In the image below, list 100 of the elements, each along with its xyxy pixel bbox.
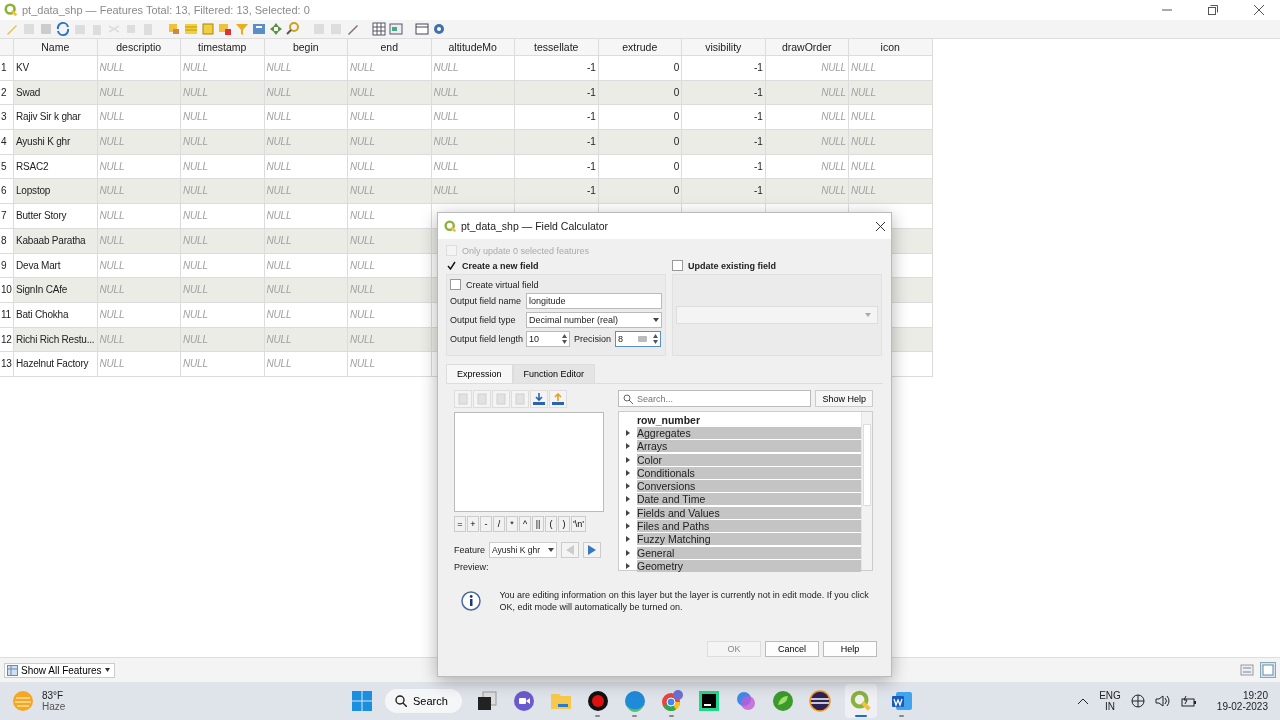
battery-icon[interactable] xyxy=(1180,694,1197,708)
row-number[interactable]: 9 xyxy=(0,253,14,279)
column-header[interactable]: tessellate xyxy=(515,39,599,56)
window-icon[interactable] xyxy=(414,21,430,37)
tree-item[interactable]: row_number xyxy=(637,413,861,426)
row-number[interactable]: 8 xyxy=(0,228,14,254)
row-number[interactable]: 13 xyxy=(0,352,14,377)
operator-button[interactable]: * xyxy=(506,516,518,532)
selection-icon[interactable] xyxy=(200,21,216,37)
operator-button[interactable]: + xyxy=(467,516,479,532)
column-header[interactable]: altitudeMo xyxy=(431,39,515,56)
row-number[interactable]: 2 xyxy=(0,80,14,106)
operator-button[interactable]: - xyxy=(480,516,492,532)
show-help-button[interactable]: Show Help xyxy=(815,390,873,407)
operator-button[interactable]: || xyxy=(532,516,544,532)
upload-icon[interactable] xyxy=(549,390,567,408)
language[interactable]: ENG xyxy=(1099,690,1121,701)
expand-arrow-icon[interactable] xyxy=(626,523,630,529)
calculator-icon[interactable] xyxy=(371,21,387,37)
document-icon[interactable] xyxy=(890,690,913,712)
tab[interactable]: Function Editor xyxy=(512,364,596,383)
video-chat-icon[interactable] xyxy=(512,690,535,712)
column-header[interactable]: begin xyxy=(264,39,348,56)
move-icon[interactable] xyxy=(268,21,284,37)
row-number[interactable]: 10 xyxy=(0,278,14,303)
selection-icon[interactable] xyxy=(217,21,233,37)
feature-dropdown[interactable]: Ayushi K ghr xyxy=(489,542,558,558)
tree-item[interactable]: Geometry xyxy=(637,559,861,572)
tree-item[interactable]: Files and Paths xyxy=(637,520,861,532)
restore-icon[interactable] xyxy=(1208,5,1218,15)
operator-button[interactable]: ) xyxy=(558,516,570,532)
row-number[interactable]: 11 xyxy=(0,302,14,328)
tree-item[interactable]: Fields and Values xyxy=(637,506,861,519)
column-header[interactable]: drawOrder xyxy=(765,39,849,56)
row-number[interactable]: 5 xyxy=(0,154,14,180)
qgis-icon[interactable] xyxy=(844,684,877,718)
table-icon[interactable] xyxy=(388,21,404,37)
column-header[interactable]: timestamp xyxy=(181,39,265,56)
speaker-icon[interactable] xyxy=(1154,694,1171,708)
row-number[interactable]: 4 xyxy=(0,130,14,155)
refresh-icon[interactable] xyxy=(55,21,71,37)
tree-item[interactable]: Conversions xyxy=(637,480,861,493)
close-icon[interactable] xyxy=(876,221,885,231)
operator-button[interactable]: '\n' xyxy=(571,516,586,532)
field-dropdown[interactable] xyxy=(676,306,878,324)
selection-icon[interactable] xyxy=(166,21,182,37)
row-number[interactable]: 12 xyxy=(0,327,14,353)
close-icon[interactable] xyxy=(1254,5,1264,15)
browser-icon[interactable] xyxy=(659,690,684,712)
next-icon[interactable] xyxy=(583,542,602,558)
checkbox[interactable] xyxy=(672,260,683,271)
search-field[interactable]: Search... xyxy=(618,390,812,407)
tree-item[interactable]: Arrays xyxy=(637,440,861,453)
spin-box[interactable]: 8 xyxy=(615,331,661,347)
tree-item[interactable]: Fuzzy Matching xyxy=(637,533,861,546)
magnifier-icon[interactable] xyxy=(285,21,301,37)
show-features-button[interactable]: Show All Features xyxy=(4,662,115,678)
globe-icon[interactable] xyxy=(1130,694,1145,708)
tree-item[interactable]: Conditionals xyxy=(637,466,861,479)
tree-item[interactable]: Aggregates xyxy=(637,426,861,439)
checkbox[interactable] xyxy=(450,279,461,290)
dialog-button[interactable]: Help xyxy=(823,641,877,658)
row-number[interactable]: 7 xyxy=(0,204,14,229)
column-header[interactable]: visibility xyxy=(682,39,766,56)
qgis-icon[interactable] xyxy=(849,690,872,712)
eclipse-icon[interactable] xyxy=(808,690,831,712)
text-field[interactable]: longitude xyxy=(526,293,662,309)
download-icon[interactable] xyxy=(530,390,548,408)
checkbox[interactable] xyxy=(446,260,457,271)
operator-button[interactable]: ( xyxy=(545,516,557,532)
task-view-icon[interactable] xyxy=(475,690,498,712)
spin-box[interactable]: 10 xyxy=(526,331,570,347)
region[interactable]: IN xyxy=(1105,701,1115,712)
column-header[interactable]: descriptio xyxy=(97,39,181,56)
table-icon[interactable] xyxy=(251,21,267,37)
operator-button[interactable]: ^ xyxy=(519,516,531,532)
gear-icon[interactable] xyxy=(431,21,447,37)
swirl-icon[interactable] xyxy=(734,690,757,712)
column-header[interactable]: Name xyxy=(14,39,98,56)
column-header[interactable]: icon xyxy=(849,39,933,56)
operator-button[interactable]: / xyxy=(493,516,505,532)
taskbar-search[interactable]: Search xyxy=(385,689,462,713)
column-header[interactable]: extrude xyxy=(598,39,682,56)
row-number[interactable]: 3 xyxy=(0,105,14,131)
tree-item[interactable]: Color xyxy=(637,453,861,466)
record-icon[interactable] xyxy=(586,690,609,712)
start-icon[interactable] xyxy=(352,691,372,711)
tab[interactable]: Expression xyxy=(446,364,513,383)
leaf-icon[interactable] xyxy=(771,690,794,712)
wave-circle-icon[interactable] xyxy=(623,690,646,712)
table-icon[interactable] xyxy=(183,21,199,37)
row-number[interactable]: 1 xyxy=(0,56,14,81)
form-view-icon[interactable] xyxy=(1240,663,1254,677)
clock-date[interactable]: 19-02-2023 xyxy=(1216,701,1268,712)
dropdown[interactable]: Decimal number (real) xyxy=(526,312,662,328)
dialog-button[interactable]: Cancel xyxy=(765,641,819,658)
tree-item[interactable]: Date and Time xyxy=(637,493,861,506)
row-number[interactable]: 6 xyxy=(0,179,14,205)
ide-icon[interactable] xyxy=(697,690,720,712)
tree-item[interactable]: General xyxy=(637,546,861,559)
